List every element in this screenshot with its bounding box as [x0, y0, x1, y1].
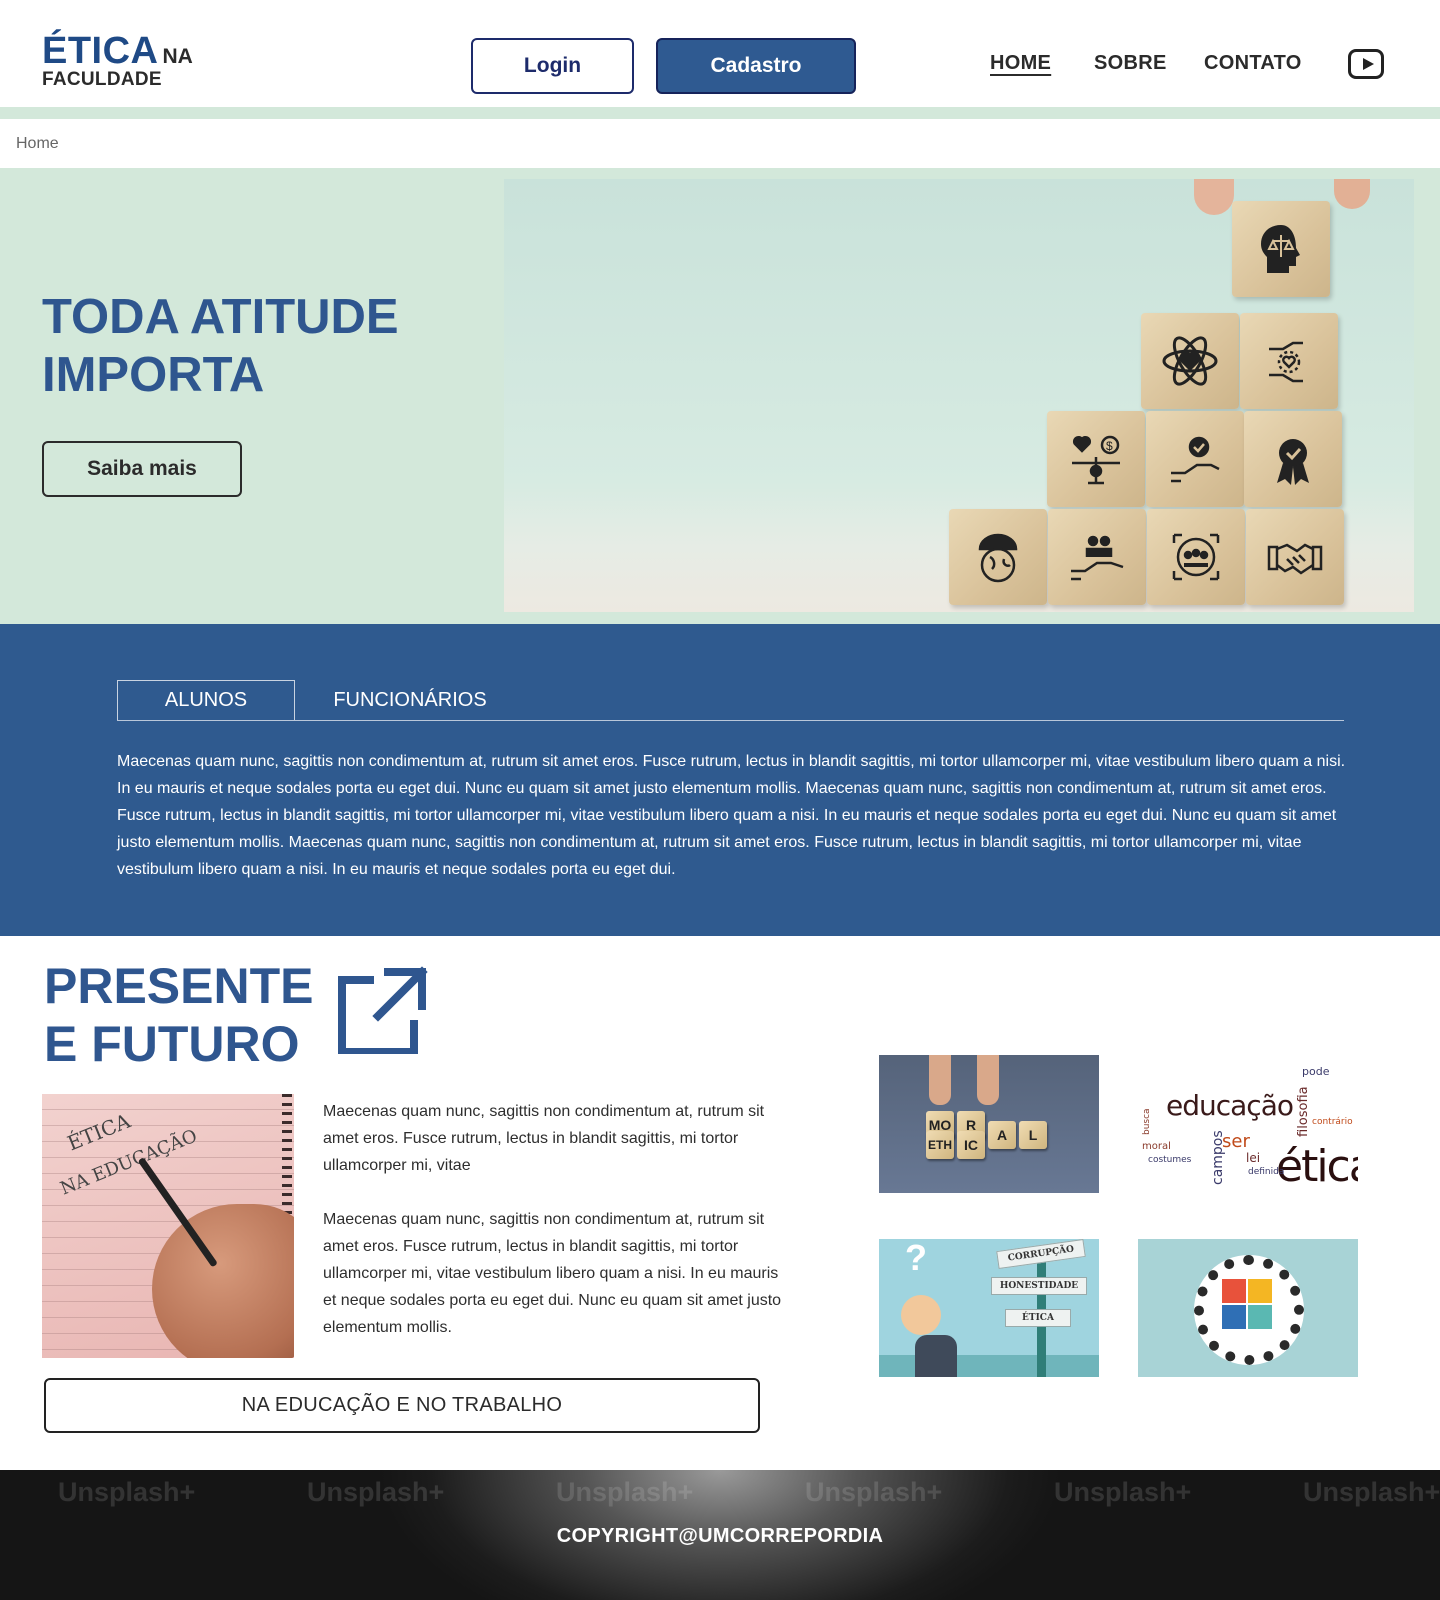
tab-content-text: Maecenas quam nunc, sagittis non condime…	[117, 753, 1346, 878]
umbrella-globe-icon	[949, 509, 1047, 605]
login-button[interactable]: Login	[471, 38, 634, 94]
puzzle-piece	[1248, 1305, 1272, 1329]
educacao-trabalho-button[interactable]: NA EDUCAÇÃO E NO TRABALHO	[44, 1378, 760, 1433]
hand-check-icon	[1146, 411, 1244, 507]
site-logo[interactable]: ÉTICA NA FACULDADE	[42, 30, 193, 91]
moral-ethical-dice-image: MO R ETH IC A L	[879, 1055, 1099, 1193]
logo-main-text: ÉTICA	[42, 30, 159, 72]
external-link-icon[interactable]	[338, 962, 430, 1054]
saiba-mais-button[interactable]: Saiba mais	[42, 441, 242, 497]
atom-heart-icon	[1141, 313, 1239, 409]
title-line-1: PRESENTE	[44, 958, 314, 1014]
wordcloud-educacao: educação	[1166, 1089, 1294, 1122]
unsplash-watermark: Unsplash+	[1054, 1477, 1192, 1507]
ground-image	[879, 1355, 1099, 1377]
head-scale-icon	[1232, 201, 1330, 297]
fingers-image	[1194, 179, 1234, 215]
presente-paragraph-1: Maecenas quam nunc, sagittis non condime…	[323, 1103, 765, 1174]
breadcrumb: Home	[0, 119, 1440, 168]
presente-paragraph-2: Maecenas quam nunc, sagittis non condime…	[323, 1211, 782, 1336]
question-mark: ?	[905, 1239, 927, 1278]
breadcrumb-band	[0, 107, 1440, 119]
award-check-icon	[1244, 411, 1342, 507]
nav-contato[interactable]: CONTATO	[1204, 52, 1302, 75]
youtube-play-icon[interactable]	[1348, 49, 1384, 79]
hero-blocks-image: $	[504, 179, 1414, 612]
breadcrumb-home-link[interactable]: Home	[16, 135, 59, 153]
unsplash-watermark: Unsplash+	[307, 1477, 445, 1507]
target-people-icon	[1147, 509, 1245, 605]
title-line-2: E FUTURO	[44, 1016, 300, 1072]
etica-educacao-photo: ÉTICA NA EDUCAÇÃO	[42, 1094, 294, 1358]
unsplash-watermark: Unsplash+	[556, 1477, 694, 1507]
hand-people-icon	[1048, 509, 1146, 605]
puzzle-piece	[1248, 1279, 1272, 1303]
dice-ic: IC	[957, 1131, 985, 1159]
tab-alunos[interactable]: ALUNOS	[117, 680, 295, 720]
wordcloud-word: filosofia	[1296, 1086, 1311, 1137]
handshake-icon	[1246, 509, 1344, 605]
unsplash-watermark: Unsplash+	[1303, 1477, 1440, 1507]
puzzle-piece	[1222, 1279, 1246, 1303]
puzzle-team-image	[1138, 1239, 1358, 1377]
fingers-image	[929, 1055, 951, 1105]
logo-na-text: NA	[162, 45, 193, 68]
puzzle-piece	[1222, 1305, 1246, 1329]
wordcloud-word: contrário	[1312, 1117, 1353, 1127]
cadastro-button[interactable]: Cadastro	[656, 38, 856, 94]
fingers-image	[977, 1055, 999, 1105]
tab-divider	[117, 720, 1344, 721]
tab-funcionarios[interactable]: FUNCIONÁRIOS	[320, 680, 500, 720]
wordcloud-word: costumes	[1148, 1155, 1192, 1165]
wordcloud-word: definida	[1248, 1167, 1285, 1177]
wordcloud-word: lei	[1246, 1151, 1261, 1165]
etica-wordcloud-image: educação ética busca campos ser filosofi…	[1138, 1055, 1358, 1193]
nav-home[interactable]: HOME	[990, 52, 1051, 75]
sign-honestidade: HONESTIDADE	[991, 1277, 1087, 1295]
corrupcao-honestidade-image: CORRUPÇÃO HONESTIDADE ÉTICA ?	[879, 1239, 1099, 1377]
heart-scale-money-icon: $	[1047, 411, 1145, 507]
confused-person-image	[915, 1335, 957, 1377]
copyright-text: COPYRIGHT@UMCORREPORDIA	[556, 1525, 884, 1547]
unsplash-watermark: Unsplash+	[58, 1477, 196, 1507]
hero-title: TODA ATITUDE IMPORTA	[42, 290, 399, 402]
presente-futuro-title: PRESENTE E FUTURO	[44, 957, 314, 1073]
nav-sobre[interactable]: SOBRE	[1094, 52, 1167, 75]
logo-sub-text: FACULDADE	[42, 69, 162, 90]
fingers-image	[1334, 179, 1370, 209]
dice-l: L	[1019, 1121, 1047, 1149]
confused-person-image	[901, 1295, 941, 1335]
site-header: ÉTICA NA FACULDADE Login Cadastro HOME SO…	[0, 0, 1440, 107]
svg-text:$: $	[1106, 439, 1113, 453]
dice-a: A	[988, 1121, 1016, 1149]
wordcloud-word: busca	[1142, 1108, 1152, 1135]
dice-eth: ETH	[926, 1131, 954, 1159]
wordcloud-word: moral	[1142, 1141, 1171, 1152]
wordcloud-word: pode	[1302, 1065, 1330, 1078]
wordcloud-etica: ética	[1276, 1141, 1358, 1192]
tabs-section: ALUNOS FUNCIONÁRIOS Maecenas quam nunc, …	[0, 624, 1440, 936]
unsplash-watermark: Unsplash+	[805, 1477, 943, 1507]
sign-etica: ÉTICA	[1005, 1309, 1071, 1327]
wordcloud-word: ser	[1222, 1131, 1250, 1152]
site-footer: Unsplash+ Unsplash+ Unsplash+ Unsplash+ …	[0, 1470, 1440, 1600]
hand-heart-icon	[1240, 313, 1338, 409]
hero-section: TODA ATITUDE IMPORTA Saiba mais $	[0, 168, 1440, 624]
